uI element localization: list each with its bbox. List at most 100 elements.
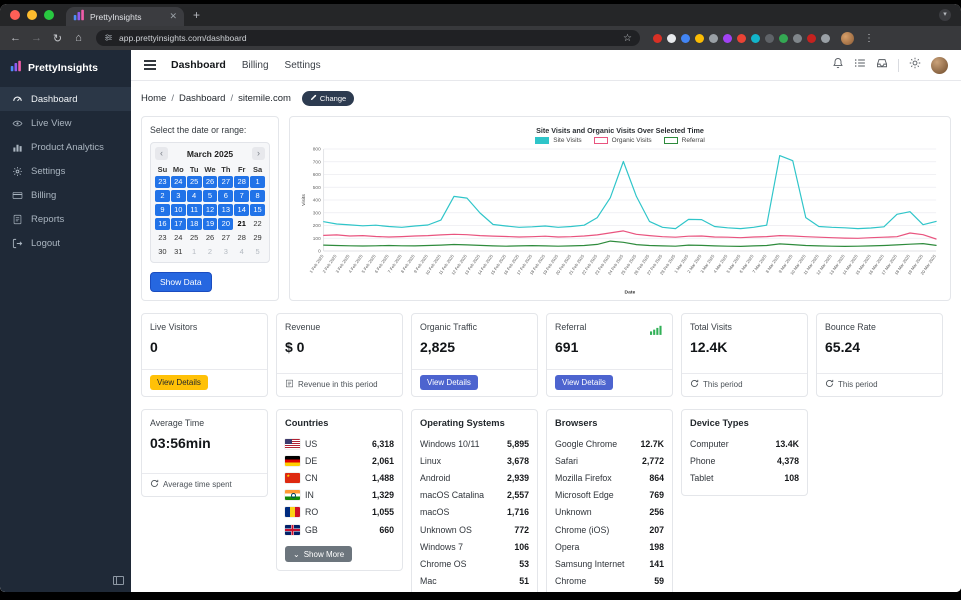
calendar-day[interactable]: 3: [218, 246, 233, 258]
browser-tab[interactable]: PrettyInsights ✕: [66, 7, 184, 26]
menu-icon[interactable]: [144, 58, 156, 72]
breadcrumb-home[interactable]: Home: [141, 93, 166, 104]
forward-button[interactable]: →: [30, 32, 43, 44]
calendar-day[interactable]: 10: [170, 204, 186, 216]
calendar-day[interactable]: 12: [202, 204, 218, 216]
extension-icon[interactable]: [709, 33, 718, 43]
calendar-day[interactable]: 24: [170, 176, 186, 188]
calendar-day[interactable]: 20: [218, 218, 234, 230]
url-text[interactable]: app.prettyinsights.com/dashboard: [119, 33, 617, 43]
extension-icon[interactable]: [779, 33, 788, 43]
calendar-day[interactable]: 25: [186, 176, 202, 188]
extension-icon[interactable]: [821, 33, 830, 43]
calendar-day[interactable]: 4: [186, 190, 202, 202]
tasks-icon[interactable]: [854, 56, 866, 74]
extension-icon[interactable]: [681, 33, 690, 43]
calendar-day[interactable]: 2: [203, 246, 218, 258]
extension-icon[interactable]: [695, 33, 704, 43]
calendar-day[interactable]: 11: [186, 204, 202, 216]
calendar-day[interactable]: 27: [218, 232, 233, 244]
close-window-button[interactable]: [10, 10, 20, 20]
calendar-day[interactable]: 28: [234, 176, 250, 188]
sidebar-item-logout[interactable]: Logout: [0, 231, 131, 255]
calendar-prev-button[interactable]: ‹: [155, 147, 168, 160]
extension-icon[interactable]: [653, 33, 662, 43]
calendar-day[interactable]: 21: [234, 218, 249, 230]
extension-icon[interactable]: [765, 33, 774, 43]
back-button[interactable]: ←: [9, 32, 22, 44]
browser-menu-icon[interactable]: ⋮: [864, 33, 874, 44]
tab-search-icon[interactable]: ▾: [939, 9, 951, 21]
user-avatar[interactable]: [931, 56, 948, 74]
minimize-window-button[interactable]: [27, 10, 37, 20]
calendar-day[interactable]: 6: [218, 190, 234, 202]
extension-icon[interactable]: [737, 33, 746, 43]
notifications-icon[interactable]: [832, 56, 844, 74]
calendar-day[interactable]: 15: [250, 204, 265, 216]
topnav-link-settings[interactable]: Settings: [285, 60, 321, 71]
show-more-button[interactable]: ⌄ Show More: [285, 546, 353, 563]
legend-item-referral[interactable]: Referral: [663, 137, 705, 144]
calendar-day[interactable]: 1: [250, 176, 265, 188]
sidebar-item-reports[interactable]: Reports: [0, 207, 131, 231]
zoom-window-button[interactable]: [44, 10, 54, 20]
calendar-day[interactable]: 25: [187, 232, 202, 244]
inbox-icon[interactable]: [876, 56, 888, 74]
site-settings-icon[interactable]: [104, 29, 113, 47]
sidebar-item-dashboard[interactable]: Dashboard: [0, 87, 131, 111]
calendar-day[interactable]: 17: [170, 218, 186, 230]
calendar-day[interactable]: 24: [171, 232, 186, 244]
extension-icon[interactable]: [807, 33, 816, 43]
view-details-button[interactable]: View Details: [555, 375, 613, 390]
view-details-button[interactable]: View Details: [420, 375, 478, 390]
calendar-day[interactable]: 29: [250, 232, 265, 244]
calendar-day[interactable]: 18: [186, 218, 202, 230]
address-bar[interactable]: app.prettyinsights.com/dashboard ☆: [96, 30, 640, 46]
legend-item-organic-visits[interactable]: Organic Visits: [593, 137, 652, 144]
sidebar-item-live-view[interactable]: Live View: [0, 111, 131, 135]
breadcrumb-site[interactable]: sitemile.com: [238, 93, 291, 104]
calendar-day[interactable]: 2: [155, 190, 170, 202]
legend-item-site-visits[interactable]: Site Visits: [535, 137, 582, 144]
calendar-day[interactable]: 13: [218, 204, 234, 216]
calendar-day[interactable]: 5: [202, 190, 218, 202]
calendar-day[interactable]: 27: [218, 176, 234, 188]
browser-profile-avatar[interactable]: [841, 31, 854, 45]
calendar-day[interactable]: 9: [155, 204, 170, 216]
calendar-day[interactable]: 30: [155, 246, 170, 258]
calendar-day[interactable]: 26: [203, 232, 218, 244]
extension-icon[interactable]: [793, 33, 802, 43]
bookmark-star-icon[interactable]: ☆: [623, 33, 632, 44]
calendar-day[interactable]: 3: [170, 190, 186, 202]
calendar-day[interactable]: 1: [187, 246, 202, 258]
view-details-button[interactable]: View Details: [150, 375, 208, 390]
calendar-day[interactable]: 8: [250, 190, 265, 202]
theme-toggle-icon[interactable]: [909, 56, 921, 74]
change-site-button[interactable]: Change: [301, 91, 355, 106]
collapse-sidebar-icon[interactable]: [113, 576, 124, 585]
tab-close-icon[interactable]: ✕: [169, 11, 177, 22]
sidebar-item-settings[interactable]: Settings: [0, 159, 131, 183]
topnav-link-billing[interactable]: Billing: [242, 60, 269, 71]
reload-button[interactable]: ↻: [51, 32, 64, 45]
calendar-day[interactable]: 22: [250, 218, 265, 230]
breadcrumb-dashboard[interactable]: Dashboard: [179, 93, 225, 104]
calendar-day[interactable]: 5: [250, 246, 265, 258]
calendar-day[interactable]: 26: [202, 176, 218, 188]
sidebar-item-product-analytics[interactable]: Product Analytics: [0, 135, 131, 159]
new-tab-button[interactable]: +: [193, 6, 200, 25]
calendar-day[interactable]: 4: [234, 246, 249, 258]
calendar-day[interactable]: 31: [171, 246, 186, 258]
extension-icon[interactable]: [751, 33, 760, 43]
calendar-day[interactable]: 16: [155, 218, 170, 230]
extension-icon[interactable]: [667, 33, 676, 43]
calendar-day[interactable]: 23: [155, 176, 170, 188]
calendar-day[interactable]: 19: [202, 218, 218, 230]
calendar-day[interactable]: 28: [234, 232, 249, 244]
home-button[interactable]: ⌂: [72, 32, 85, 44]
topnav-link-dashboard[interactable]: Dashboard: [171, 59, 226, 71]
calendar-day[interactable]: 14: [234, 204, 250, 216]
extension-icon[interactable]: [723, 33, 732, 43]
calendar-day[interactable]: 23: [155, 232, 170, 244]
sidebar-item-billing[interactable]: Billing: [0, 183, 131, 207]
